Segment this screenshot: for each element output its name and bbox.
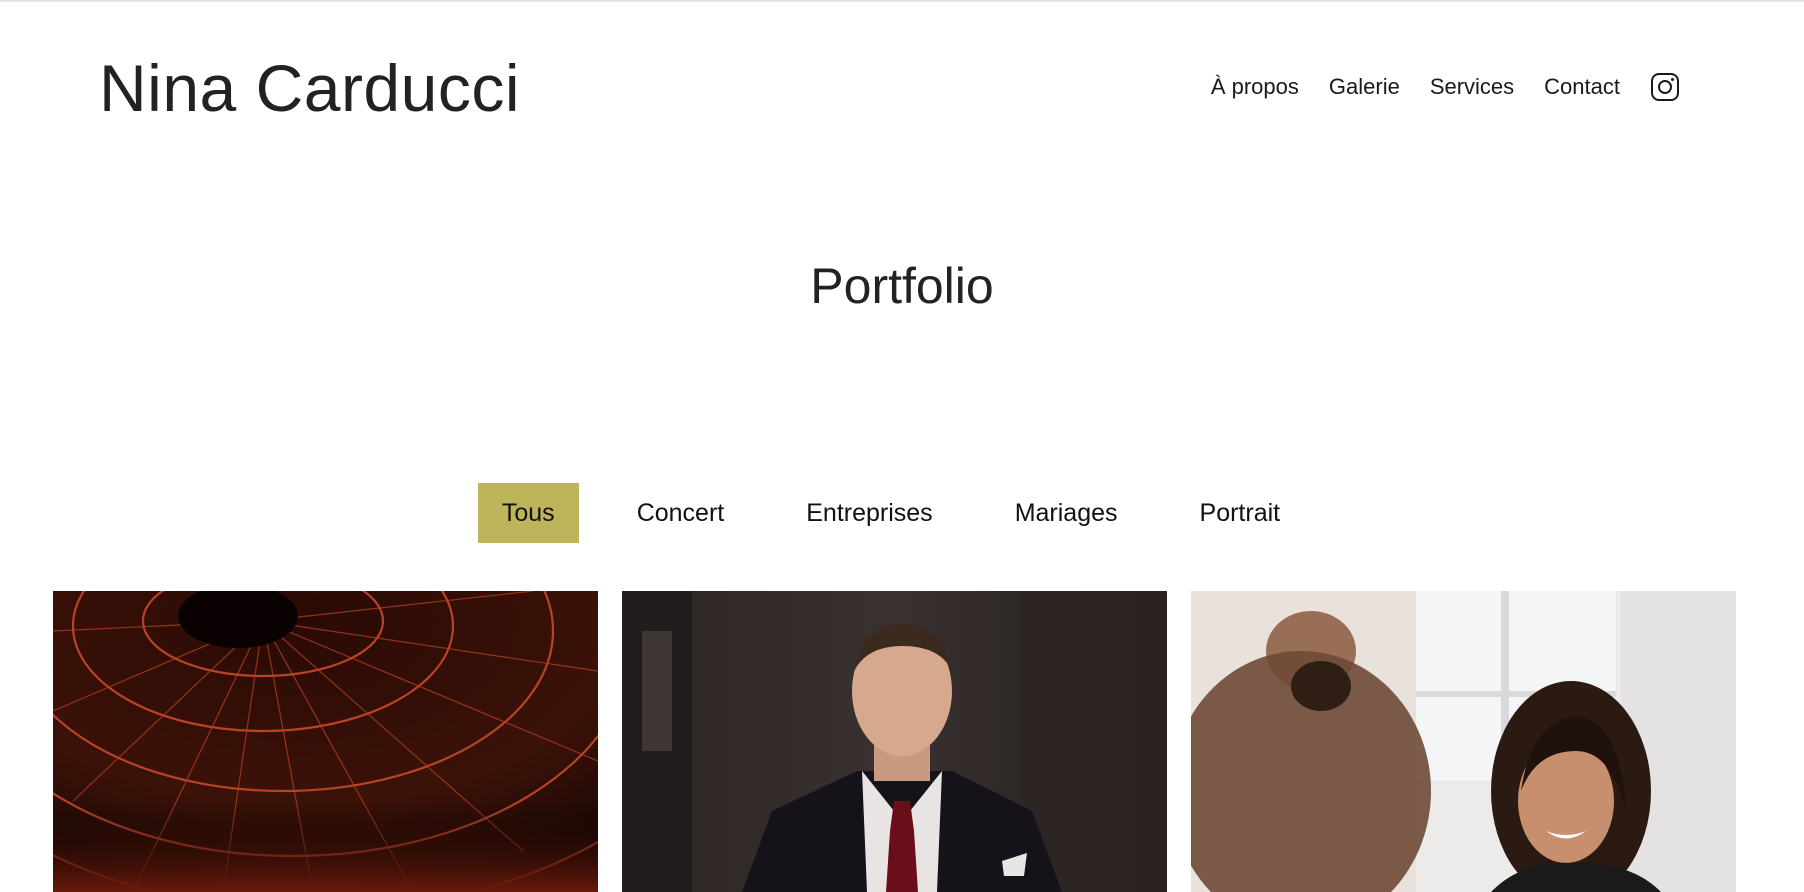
gallery-filters: Tous Concert Entreprises Mariages Portra… — [0, 483, 1793, 543]
page-title: Portfolio — [810, 258, 994, 314]
filter-portrait[interactable]: Portrait — [1176, 483, 1305, 543]
nav-link-contact[interactable]: Contact — [1544, 74, 1620, 100]
filter-entreprises[interactable]: Entreprises — [782, 483, 956, 543]
filter-mariages[interactable]: Mariages — [991, 483, 1142, 543]
site-header: Nina Carducci À propos Galerie Services … — [0, 0, 1804, 160]
gallery-photo-concert[interactable] — [53, 591, 598, 892]
nav-link-gallery[interactable]: Galerie — [1329, 74, 1400, 100]
nav-link-about[interactable]: À propos — [1211, 74, 1299, 100]
gallery-photo-portrait[interactable] — [622, 591, 1167, 892]
site-logo[interactable]: Nina Carducci — [99, 48, 520, 128]
filter-tous[interactable]: Tous — [477, 483, 579, 543]
main-nav: À propos Galerie Services Contact — [1211, 72, 1680, 102]
instagram-icon[interactable] — [1650, 72, 1680, 102]
photo-gallery — [53, 591, 1736, 892]
gallery-photo-business[interactable] — [1191, 591, 1736, 892]
nav-link-services[interactable]: Services — [1430, 74, 1514, 100]
filter-concert[interactable]: Concert — [613, 483, 749, 543]
